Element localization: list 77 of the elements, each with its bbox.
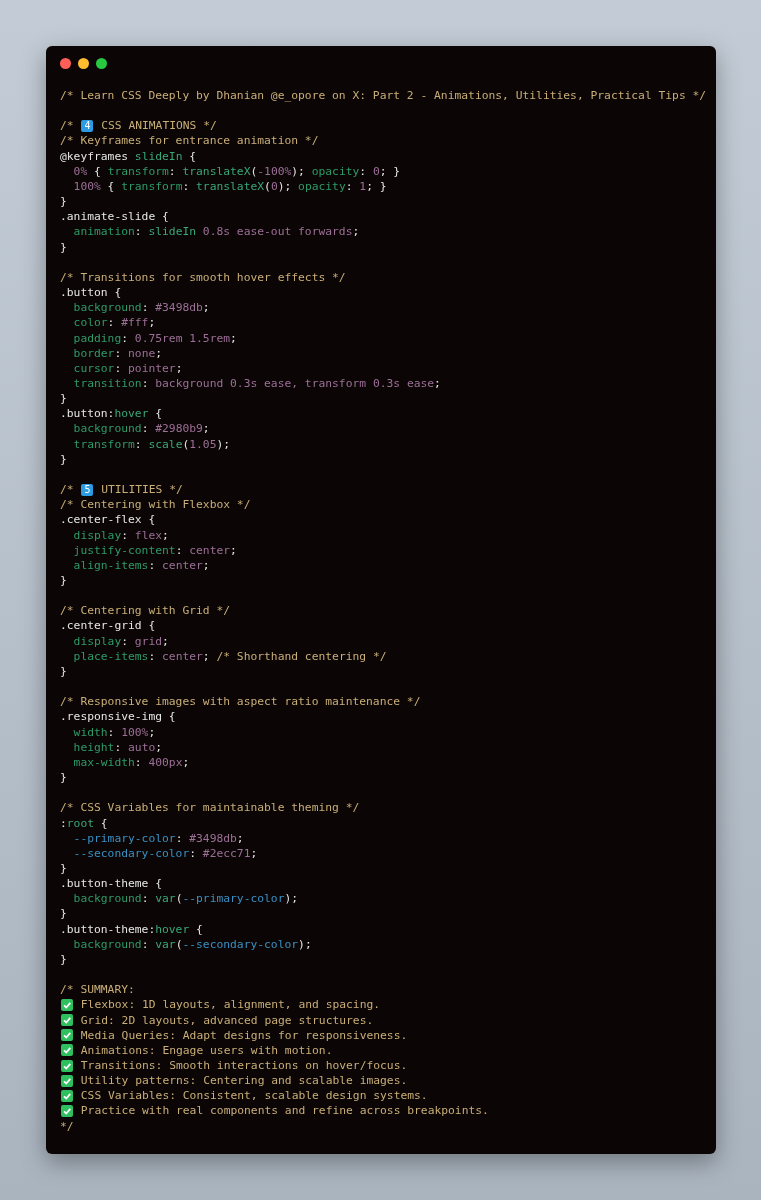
code-text: .button { xyxy=(60,285,122,301)
code-text: --secondary-color: #2ecc71; xyxy=(72,845,258,861)
code-text: /* Centering with Flexbox */ xyxy=(60,497,251,513)
code-text: @keyframes slideIn { xyxy=(60,148,197,164)
code-text: CSS ANIMATIONS */ xyxy=(100,118,217,134)
code-text: padding: 0.75rem 1.5rem; xyxy=(72,330,237,346)
code-text: } xyxy=(60,860,67,877)
code-text: } xyxy=(60,194,67,210)
code-text: } xyxy=(60,663,67,680)
code-text: transition: background 0.3s ease, transform 0.3s ease; xyxy=(72,375,441,392)
code-text: 0% { transform: translateX(-100%); opacity: 0; } xyxy=(72,163,401,179)
code-text: align-items: center; xyxy=(72,557,210,573)
code-text: .responsive-img { xyxy=(60,709,176,725)
code-text: Animations: Engage users with motion. xyxy=(79,1042,333,1058)
check-mark-icon xyxy=(61,998,73,1011)
code-text: :root { xyxy=(60,815,108,831)
code-text: max-width: 400px; xyxy=(72,754,190,771)
code-text: /* SUMMARY: xyxy=(60,982,135,998)
code-text: justify-content: center; xyxy=(72,542,237,558)
code-text: .button:hover { xyxy=(60,406,163,422)
check-mark-icon xyxy=(61,1074,73,1087)
code-text: background: #3498db; xyxy=(72,300,210,316)
code-text: transform: scale(1.05); xyxy=(72,436,231,452)
code-text: background: #2980b9; xyxy=(72,421,210,437)
code-text: */ xyxy=(60,1118,74,1134)
number-badge: 4 xyxy=(81,119,94,132)
code-text: Media Queries: Adapt designs for responsiveness. xyxy=(79,1027,408,1043)
code-text: --primary-color: #3498db; xyxy=(72,830,244,846)
code-text: Flexbox: 1D layouts, alignment, and spacing. xyxy=(79,997,381,1013)
code-text: .animate-slide { xyxy=(60,209,169,225)
check-mark-icon xyxy=(61,1105,73,1118)
code-text: UTILITIES */ xyxy=(100,482,183,498)
code-text: } xyxy=(60,239,67,255)
code-text: /* Keyframes for entrance animation */ xyxy=(60,133,319,149)
code-text: 100% { transform: translateX(0); opacity: 1; } xyxy=(72,178,387,195)
window-minimize-button[interactable] xyxy=(78,58,89,69)
check-mark-icon xyxy=(61,1014,73,1027)
code-text: /* CSS Variables for maintainable theming */ xyxy=(60,800,360,816)
code-text: /* Transitions for smooth hover effects */ xyxy=(60,269,346,286)
code-text: CSS Variables: Consistent, scalable design systems. xyxy=(79,1088,428,1104)
code-text: } xyxy=(60,451,67,467)
code-text: background: var(--secondary-color); xyxy=(72,936,312,952)
code-text: /* Responsive images with aspect ratio maintenance */ xyxy=(60,694,421,710)
window-maximize-button[interactable] xyxy=(96,58,107,69)
code-text: } xyxy=(60,770,67,786)
code-text: place-items: center; /* Shorthand centering */ xyxy=(72,648,387,664)
code-text: } xyxy=(60,951,67,968)
code-text: cursor: pointer; xyxy=(72,360,183,376)
code-text: /* xyxy=(60,482,75,498)
check-mark-icon xyxy=(61,1044,73,1057)
code-text: /* xyxy=(60,118,75,134)
code-text: /* Learn CSS Deeply by Dhanian @e_opore on X: Part 2 - Animations, Utilities, Practical Tips */ xyxy=(60,88,707,104)
check-mark-icon xyxy=(61,1089,73,1102)
number-badge: 5 xyxy=(81,483,94,496)
code-text: .center-grid { xyxy=(60,618,156,634)
code-text: border: none; xyxy=(72,345,163,361)
code-text: } xyxy=(60,906,67,922)
code-text: display: flex; xyxy=(72,527,169,543)
code-text: } xyxy=(60,573,67,589)
code-text: width: 100%; xyxy=(72,724,156,740)
code-text: background: var(--primary-color); xyxy=(72,891,299,907)
check-mark-icon xyxy=(61,1059,73,1072)
code-text: .button-theme { xyxy=(60,876,163,892)
code-text: Utility patterns: Centering and scalable images. xyxy=(79,1073,408,1089)
code-text: Practice with real components and refine across breakpoints. xyxy=(79,1103,489,1119)
code-text: .button-theme:hover { xyxy=(60,921,203,937)
code-text: height: auto; xyxy=(72,739,163,755)
code-text: color: #fff; xyxy=(72,315,156,331)
check-mark-icon xyxy=(61,1029,73,1042)
code-text: display: grid; xyxy=(72,633,169,649)
code-text: } xyxy=(60,391,67,407)
code-text: /* Centering with Grid */ xyxy=(60,603,231,619)
code-text: animation: slideIn 0.8s ease-out forwards; xyxy=(72,224,360,240)
code-text: Transitions: Smooth interactions on hover/focus. xyxy=(79,1058,408,1074)
window-close-button[interactable] xyxy=(60,58,71,69)
code-text: .center-flex { xyxy=(60,512,156,528)
code-text: Grid: 2D layouts, advanced page structures. xyxy=(79,1012,374,1028)
